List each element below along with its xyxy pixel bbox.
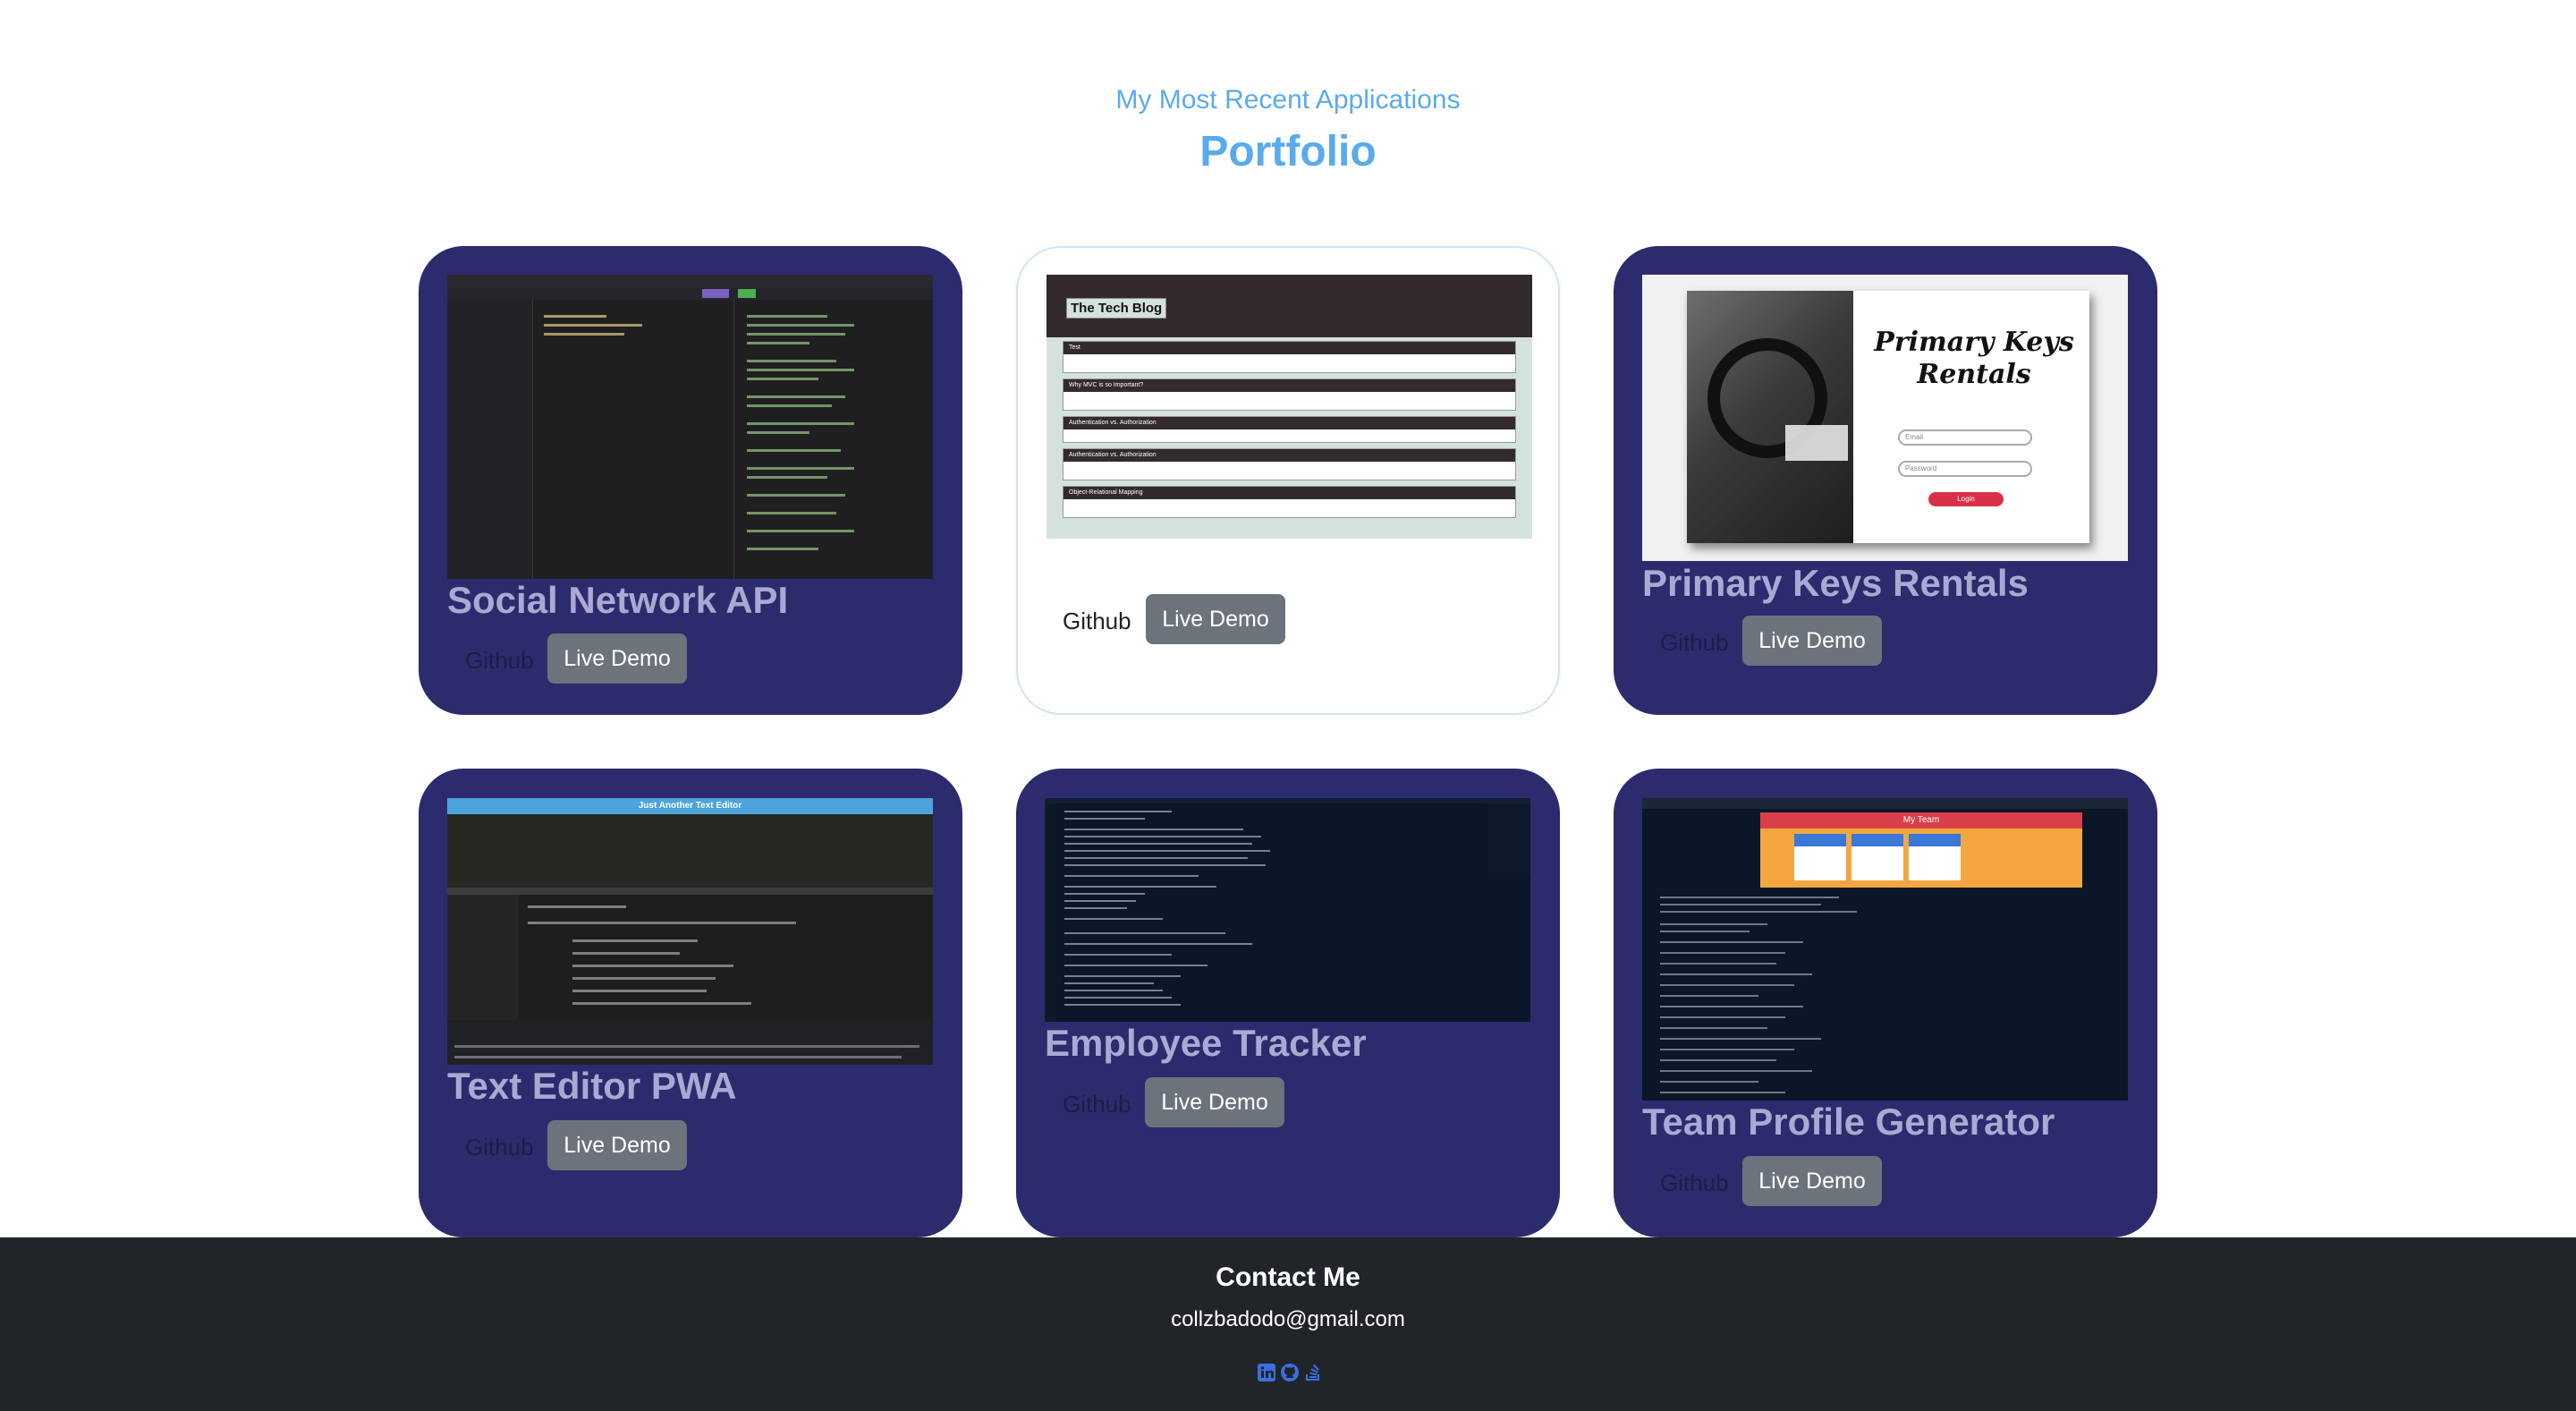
contact-heading: Contact Me bbox=[1216, 1262, 1360, 1292]
social-icons bbox=[1257, 1363, 1323, 1382]
github-link[interactable]: Github bbox=[1660, 1169, 1729, 1197]
project-screenshot[interactable] bbox=[1045, 798, 1530, 1022]
tech-blog-heading: The Tech Blog bbox=[1066, 298, 1167, 319]
github-link[interactable]: Github bbox=[1063, 1091, 1131, 1118]
github-link[interactable]: Github bbox=[1063, 608, 1131, 635]
project-screenshot[interactable]: My Team bbox=[1642, 798, 2128, 1101]
text-editor-heading: Just Another Text Editor bbox=[638, 801, 742, 811]
project-card-social-network-api: Social Network API Github Live Demo bbox=[419, 246, 962, 715]
insomnia-screenshot-image bbox=[447, 275, 933, 579]
live-demo-button[interactable]: Live Demo bbox=[1146, 594, 1285, 644]
project-screenshot[interactable]: Just Another Text Editor bbox=[447, 798, 933, 1065]
section-subtitle: My Most Recent Applications bbox=[1115, 85, 1461, 115]
project-screenshot[interactable]: The Tech Blog Test Why MVC is so Importa… bbox=[1046, 275, 1532, 539]
stackoverflow-icon[interactable] bbox=[1303, 1363, 1323, 1382]
car-interior-photo bbox=[1687, 291, 1853, 543]
project-title: Social Network API bbox=[447, 579, 789, 621]
live-demo-button[interactable]: Live Demo bbox=[547, 1120, 687, 1170]
post-list: Test Why MVC is so Important? Authentica… bbox=[1063, 337, 1516, 518]
project-title: Team Profile Generator bbox=[1642, 1101, 2055, 1143]
github-icon[interactable] bbox=[1280, 1363, 1300, 1382]
rentals-logo-text: Primary Keys Rentals bbox=[1874, 327, 2074, 390]
project-screenshot[interactable]: Primary Keys Rentals Email Password Logi… bbox=[1642, 275, 2128, 561]
github-link[interactable]: Github bbox=[465, 1134, 534, 1161]
post-title: Authentication vs. Authorization bbox=[1063, 448, 1516, 480]
live-demo-button[interactable]: Live Demo bbox=[1742, 1156, 1882, 1206]
project-card-text-editor-pwa: Just Another Text Editor Text Editor PWA… bbox=[419, 769, 962, 1237]
project-card-employee-tracker: Employee Tracker Github Live Demo bbox=[1016, 769, 1560, 1237]
post-title: Test bbox=[1063, 341, 1516, 373]
password-field: Password bbox=[1898, 461, 2032, 477]
github-link[interactable]: Github bbox=[465, 647, 534, 675]
live-demo-button[interactable]: Live Demo bbox=[1742, 616, 1882, 666]
linkedin-icon[interactable] bbox=[1257, 1363, 1276, 1382]
footer: Contact Me collzbadodo@gmail.com bbox=[0, 1237, 2576, 1411]
post-title: Why MVC is so Important? bbox=[1063, 378, 1516, 411]
contact-email[interactable]: collzbadodo@gmail.com bbox=[0, 1307, 2576, 1332]
email-field: Email bbox=[1898, 429, 2032, 446]
post-title: Object-Relational Mapping bbox=[1063, 486, 1516, 518]
project-card-primary-keys-rentals: Primary Keys Rentals Email Password Logi… bbox=[1614, 246, 2157, 715]
project-card-tech-blog: The Tech Blog Test Why MVC is so Importa… bbox=[1016, 246, 1560, 715]
login-button: Login bbox=[1928, 492, 2004, 506]
terminal-screenshot-image bbox=[1660, 897, 1857, 1093]
terminal-screenshot-image bbox=[1045, 798, 1530, 1022]
project-title: Employee Tracker bbox=[1045, 1022, 1367, 1064]
github-link[interactable]: Github bbox=[1660, 629, 1729, 657]
project-screenshot[interactable] bbox=[447, 275, 933, 579]
post-title: Authentication vs. Authorization bbox=[1063, 416, 1516, 443]
project-title: Primary Keys Rentals bbox=[1642, 562, 2029, 604]
live-demo-button[interactable]: Live Demo bbox=[547, 633, 687, 684]
live-demo-button[interactable]: Live Demo bbox=[1145, 1077, 1284, 1127]
project-card-team-profile-generator: My Team Team Profile Generator Github Li… bbox=[1614, 769, 2157, 1237]
project-title: Text Editor PWA bbox=[447, 1065, 737, 1107]
section-title: Portfolio bbox=[1199, 128, 1377, 175]
